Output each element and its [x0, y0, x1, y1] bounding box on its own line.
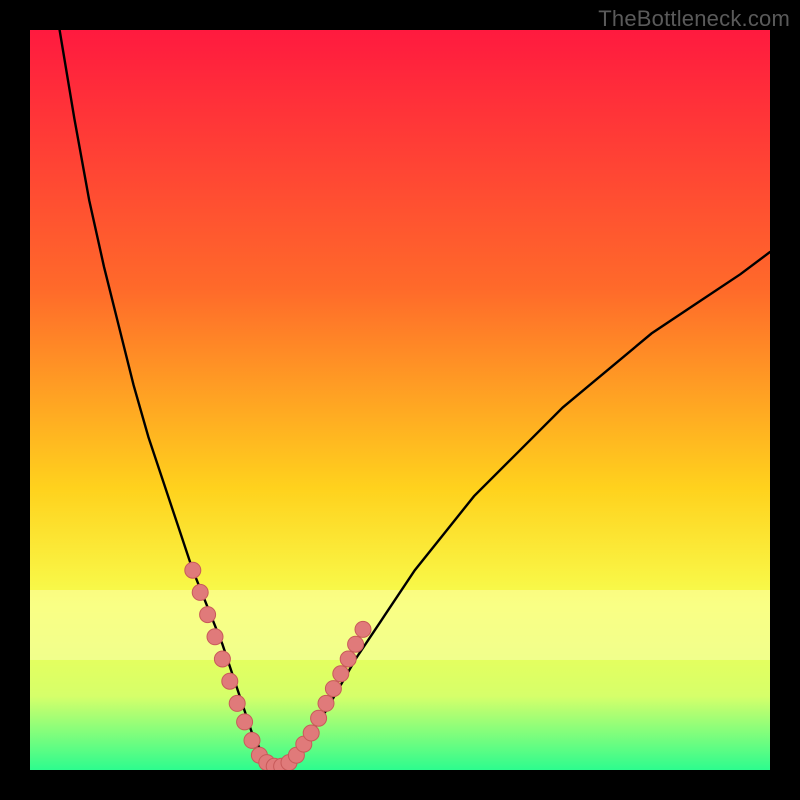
- highlight-dot: [333, 666, 349, 682]
- highlight-dot: [207, 629, 223, 645]
- highlight-dot: [222, 673, 238, 689]
- highlight-dot: [229, 695, 245, 711]
- highlight-dot: [318, 695, 334, 711]
- plot-frame: [30, 30, 770, 770]
- highlight-dot: [237, 714, 253, 730]
- highlight-dot: [325, 681, 341, 697]
- pale-highlight-band: [30, 590, 770, 660]
- highlight-dot: [311, 710, 327, 726]
- highlight-dot: [200, 607, 216, 623]
- watermark-text: TheBottleneck.com: [598, 6, 790, 32]
- highlight-dot: [355, 621, 371, 637]
- highlight-dot: [244, 732, 260, 748]
- highlight-dot: [348, 636, 364, 652]
- highlight-dot: [214, 651, 230, 667]
- highlight-dot: [185, 562, 201, 578]
- highlight-dot: [340, 651, 356, 667]
- bottleneck-chart: [30, 30, 770, 770]
- highlight-dot: [192, 584, 208, 600]
- highlight-dot: [303, 725, 319, 741]
